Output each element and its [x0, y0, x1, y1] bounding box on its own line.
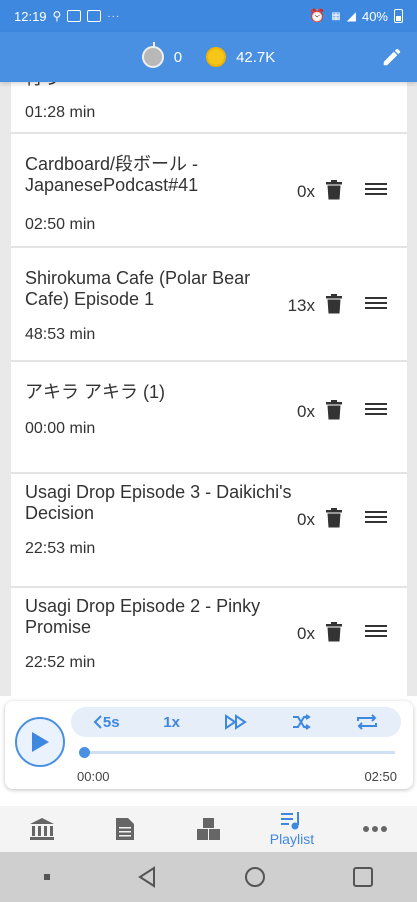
- repeat-icon: [357, 714, 378, 730]
- list-item[interactable]: Cardboard/段ボール - JapanesePodcast#41 0x 0…: [11, 134, 407, 248]
- rewind-icon: [93, 715, 102, 729]
- bottom-navigation: Playlist: [0, 806, 417, 852]
- nav-more[interactable]: [334, 806, 417, 852]
- audio-player: 5s 1x 00:00 02:50: [5, 701, 413, 789]
- drag-handle-icon[interactable]: [365, 510, 387, 526]
- playlist: 行う 01:28 min Cardboard/段ボール - JapanesePo…: [11, 82, 407, 696]
- seek-handle[interactable]: [79, 747, 90, 758]
- list-item[interactable]: Usagi Drop Episode 2 - Pinky Promise 0x …: [11, 588, 407, 696]
- item-duration: 22:52 min: [25, 654, 96, 671]
- drag-handle-icon[interactable]: [365, 402, 387, 418]
- mail-icon: [67, 10, 82, 22]
- document-icon: [116, 818, 135, 840]
- abc-blocks-icon: [196, 818, 220, 840]
- play-count: 0x: [297, 182, 315, 201]
- mail-icon: [87, 10, 102, 22]
- list-item[interactable]: Usagi Drop Episode 3 - Daikichi's Decisi…: [11, 474, 407, 588]
- battery-percent: 40%: [361, 8, 388, 24]
- drag-handle-icon[interactable]: [365, 296, 387, 312]
- fast-forward-button[interactable]: [224, 714, 248, 730]
- nav-dot-icon[interactable]: [43, 873, 51, 881]
- notification-icon: ⚲: [52, 9, 62, 23]
- item-title: 行う: [11, 82, 171, 89]
- coin-count: 42.7K: [236, 48, 276, 66]
- home-icon[interactable]: [244, 866, 266, 888]
- trash-icon[interactable]: [326, 400, 342, 420]
- shuffle-icon: [293, 714, 312, 730]
- rewind-label: 5s: [102, 713, 120, 731]
- network-icon: ▦: [331, 10, 341, 22]
- nav-documents[interactable]: [83, 806, 166, 852]
- more-dots-icon: [363, 826, 388, 832]
- status-bar: 12:19 ⚲ ··· ⏰ ▦ ◢ 40%: [0, 0, 417, 32]
- back-icon[interactable]: [137, 866, 157, 888]
- play-icon: [32, 732, 49, 752]
- battery-icon: [394, 9, 403, 23]
- shuffle-button[interactable]: [291, 714, 312, 730]
- drag-handle-icon[interactable]: [365, 182, 387, 198]
- nav-playlist-label: Playlist: [269, 831, 315, 847]
- apple-count: 0: [173, 48, 183, 66]
- trash-icon[interactable]: [326, 508, 342, 528]
- total-time: 02:50: [364, 769, 397, 784]
- item-title: Shirokuma Cafe (Polar Bear Cafe) Episode…: [25, 268, 251, 309]
- play-count: 0x: [297, 402, 315, 421]
- play-count: 0x: [297, 624, 315, 643]
- more-notifications-icon: ···: [107, 10, 121, 22]
- list-item[interactable]: 行う 01:28 min: [11, 82, 407, 134]
- elapsed-time: 00:00: [77, 769, 110, 784]
- drag-handle-icon[interactable]: [365, 624, 387, 640]
- item-title: Usagi Drop Episode 2 - Pinky Promise: [25, 596, 261, 637]
- system-navigation-bar: [0, 852, 417, 902]
- trash-icon[interactable]: [326, 180, 342, 200]
- trash-icon[interactable]: [326, 294, 342, 314]
- rewind-button[interactable]: 5s: [93, 714, 120, 731]
- item-duration: 22:53 min: [25, 540, 96, 557]
- item-duration: 00:00 min: [25, 420, 96, 437]
- coin-icon: [206, 47, 227, 67]
- speed-button[interactable]: 1x: [163, 714, 180, 731]
- play-count: 0x: [297, 510, 315, 529]
- list-item[interactable]: アキラ アキラ (1) 0x 00:00 min: [11, 362, 407, 474]
- trash-icon[interactable]: [326, 622, 342, 642]
- signal-icon: ◢: [346, 9, 356, 23]
- edit-pencil-icon[interactable]: [381, 46, 403, 68]
- item-duration: 02:50 min: [25, 216, 96, 233]
- bank-icon: [29, 818, 54, 840]
- item-title: Cardboard/段ボール - JapanesePodcast#41: [25, 154, 199, 195]
- repeat-button[interactable]: [355, 713, 379, 731]
- status-time: 12:19: [14, 8, 47, 24]
- playlist-area[interactable]: 行う 01:28 min Cardboard/段ボール - JapanesePo…: [0, 82, 417, 696]
- app-header: 0 42.7K: [0, 32, 417, 82]
- item-duration: 48:53 min: [25, 326, 96, 343]
- item-duration: 01:28 min: [25, 104, 96, 121]
- playback-controls: 5s 1x: [71, 707, 401, 737]
- apple-icon: [141, 42, 164, 68]
- fast-forward-icon: [224, 714, 247, 730]
- nav-library[interactable]: [0, 806, 83, 852]
- recents-icon[interactable]: [352, 866, 374, 888]
- nav-playlist[interactable]: Playlist: [250, 806, 333, 852]
- play-count: 13x: [287, 296, 315, 315]
- alarm-icon: ⏰: [309, 8, 326, 23]
- nav-vocabulary[interactable]: [167, 806, 250, 852]
- item-title: アキラ アキラ (1): [25, 382, 166, 402]
- playlist-music-icon: [280, 812, 299, 830]
- item-title: Usagi Drop Episode 3 - Daikichi's Decisi…: [25, 482, 292, 523]
- list-item[interactable]: Shirokuma Cafe (Polar Bear Cafe) Episode…: [11, 248, 407, 362]
- seek-bar[interactable]: [79, 747, 395, 758]
- play-button[interactable]: [15, 717, 65, 767]
